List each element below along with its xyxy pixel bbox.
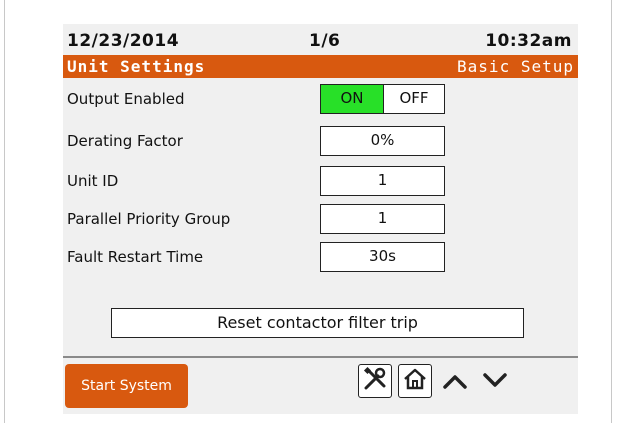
toggle-on-option[interactable]: ON (321, 85, 384, 113)
toggle-off-option[interactable]: OFF (384, 85, 444, 113)
time-display: 10:32am (485, 31, 572, 51)
unit-id-label: Unit ID (67, 172, 119, 190)
setting-row-output-enabled: Output Enabled ON OFF (63, 82, 578, 116)
home-button[interactable] (398, 364, 432, 398)
scroll-up-button[interactable] (438, 368, 472, 398)
page-indicator: 1/6 (309, 31, 341, 51)
frame-border-left (4, 0, 5, 423)
footer-divider (63, 356, 578, 358)
setting-row-fault-restart: Fault Restart Time 30s (63, 240, 578, 274)
setting-row-derating-factor: Derating Factor 0% (63, 124, 578, 158)
derating-factor-label: Derating Factor (67, 132, 183, 150)
tools-button[interactable] (358, 364, 392, 398)
output-enabled-toggle[interactable]: ON OFF (320, 84, 445, 114)
derating-factor-field[interactable]: 0% (320, 126, 445, 156)
parallel-priority-field[interactable]: 1 (320, 204, 445, 234)
chevron-up-icon (441, 370, 469, 396)
chevron-down-icon (481, 370, 509, 396)
hmi-screen: 12/23/2014 1/6 10:32am Unit Settings Bas… (63, 24, 578, 414)
status-bar: 12/23/2014 1/6 10:32am (63, 24, 578, 54)
output-enabled-label: Output Enabled (67, 90, 185, 108)
scroll-down-button[interactable] (478, 368, 512, 398)
start-system-button[interactable]: Start System (65, 364, 188, 408)
page-title: Unit Settings (67, 57, 206, 76)
page-subtitle: Basic Setup (457, 57, 574, 76)
reset-contactor-button[interactable]: Reset contactor filter trip (111, 308, 524, 338)
tools-icon (362, 366, 388, 396)
home-icon (402, 366, 428, 396)
fault-restart-label: Fault Restart Time (67, 248, 204, 266)
fault-restart-field[interactable]: 30s (320, 242, 445, 272)
frame-border-right (611, 0, 612, 423)
title-bar: Unit Settings Basic Setup (63, 55, 578, 78)
setting-row-unit-id: Unit ID 1 (63, 164, 578, 198)
parallel-priority-label: Parallel Priority Group (67, 210, 231, 228)
setting-row-parallel-priority: Parallel Priority Group 1 (63, 202, 578, 236)
unit-id-field[interactable]: 1 (320, 166, 445, 196)
date-display: 12/23/2014 (67, 31, 180, 51)
